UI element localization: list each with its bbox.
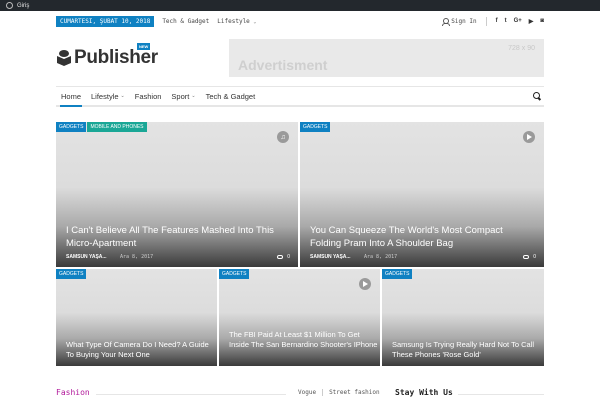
fashion-section-tabs: Vogue Street fashion bbox=[298, 389, 380, 396]
nav-label: Home bbox=[61, 91, 82, 101]
sign-in-label: Sign In bbox=[451, 17, 477, 25]
post-meta: SAMSUN YAŞA... Ara 8, 2017 0 bbox=[66, 254, 290, 260]
chevron-down-icon: ⌄ bbox=[191, 93, 196, 99]
top-bar: CUMARTESI, ŞUBAT 10, 2018 Tech & Gadget … bbox=[56, 14, 544, 28]
logo-text: Publisher bbox=[74, 47, 158, 68]
nav-label: Sport bbox=[171, 91, 190, 101]
comment-count: 0 bbox=[287, 254, 290, 260]
post-title[interactable]: You Can Squeeze The World's Most Compact… bbox=[310, 225, 530, 250]
nav-item-tech-gadget[interactable]: Tech & Gadget bbox=[201, 87, 261, 105]
facebook-icon[interactable]: f bbox=[496, 18, 498, 25]
post-badges: GADGETS bbox=[219, 269, 250, 279]
category-badge[interactable]: GADGETS bbox=[219, 269, 250, 279]
ad-banner[interactable]: Advertisment 728 x 90 bbox=[229, 39, 544, 77]
top-right: Sign In f t G+ ▶ ◙ bbox=[442, 16, 544, 26]
google-plus-icon[interactable]: G+ bbox=[514, 18, 522, 25]
nav-label: Lifestyle bbox=[91, 91, 119, 101]
chevron-down-icon: ⌄ bbox=[120, 93, 125, 99]
divider bbox=[322, 389, 324, 396]
nav-item-fashion[interactable]: Fashion bbox=[130, 87, 167, 105]
logo-icon bbox=[57, 50, 71, 66]
comment-icon bbox=[277, 255, 284, 259]
audio-format-icon: ♫ bbox=[277, 131, 289, 143]
comment-count: 0 bbox=[533, 254, 536, 260]
post-card[interactable]: GADGETS The FBI Paid At Least $1 Million… bbox=[219, 269, 380, 366]
category-badge[interactable]: GADGETS bbox=[56, 269, 87, 279]
post-author[interactable]: SAMSUN YAŞA... bbox=[66, 254, 120, 260]
main-nav: Home Lifestyle ⌄ Fashion Sport ⌄ Tech & Ga… bbox=[56, 86, 544, 107]
post-card[interactable]: GADGETS What Type Of Camera Do I Need? A… bbox=[56, 269, 217, 366]
post-comments[interactable]: 0 bbox=[277, 254, 290, 260]
post-date: Ara 8, 2017 bbox=[364, 254, 398, 260]
nav-item-sport[interactable]: Sport ⌄ bbox=[166, 87, 200, 105]
top-link-label: Tech & Gadget bbox=[162, 17, 210, 25]
comment-icon bbox=[523, 255, 530, 259]
site-logo[interactable]: Publisher NEW bbox=[57, 43, 158, 69]
login-link[interactable]: Giriş bbox=[17, 3, 29, 9]
post-title[interactable]: What Type Of Camera Do I Need? A Guide T… bbox=[66, 340, 211, 360]
admin-bar: Giriş bbox=[0, 0, 600, 11]
search-icon[interactable] bbox=[533, 92, 541, 100]
wordpress-icon[interactable] bbox=[6, 2, 13, 9]
nav-label: Fashion bbox=[134, 91, 162, 101]
tab-vogue[interactable]: Vogue bbox=[298, 389, 316, 396]
category-badge[interactable]: GADGETS bbox=[300, 122, 331, 132]
category-badge[interactable]: GADGETS bbox=[56, 122, 87, 132]
stay-with-us-title: Stay With Us bbox=[395, 388, 453, 397]
top-link-lifestyle[interactable]: Lifestyle ⌄ bbox=[217, 18, 256, 25]
post-comments[interactable]: 0 bbox=[523, 254, 536, 260]
top-link-tech-gadget[interactable]: Tech & Gadget bbox=[162, 18, 209, 25]
post-title[interactable]: I Can't Believe All The Features Mashed … bbox=[66, 225, 286, 250]
date-badge: CUMARTESI, ŞUBAT 10, 2018 bbox=[56, 15, 155, 27]
video-format-icon bbox=[523, 131, 535, 143]
chevron-down-icon: ⌄ bbox=[253, 18, 257, 25]
category-badge[interactable]: MOBILE AND PHONES bbox=[87, 122, 147, 132]
post-card[interactable]: GADGETS You Can Squeeze The World's Most… bbox=[300, 122, 544, 267]
post-badges: GADGETS bbox=[382, 269, 413, 279]
post-badges: GADGETS bbox=[56, 269, 87, 279]
fashion-section-title[interactable]: Fashion bbox=[56, 388, 90, 397]
post-date: Ara 8, 2017 bbox=[120, 254, 154, 260]
post-badges: GADGETS bbox=[300, 122, 331, 132]
top-link-label: Lifestyle bbox=[217, 17, 250, 25]
sign-in-link[interactable]: Sign In bbox=[442, 17, 477, 26]
ad-size: 728 x 90 bbox=[508, 45, 535, 52]
post-card[interactable]: GADGETS MOBILE AND PHONES ♫ I Can't Beli… bbox=[56, 122, 298, 267]
nav-item-lifestyle[interactable]: Lifestyle ⌄ bbox=[86, 87, 130, 105]
user-icon bbox=[442, 17, 451, 26]
post-author[interactable]: SAMSUN YAŞA... bbox=[310, 254, 364, 260]
twitter-icon[interactable]: t bbox=[505, 18, 507, 25]
instagram-icon[interactable]: ◙ bbox=[540, 18, 544, 25]
tab-street-fashion[interactable]: Street fashion bbox=[329, 389, 380, 396]
logo-new-badge: NEW bbox=[137, 43, 151, 50]
category-badge[interactable]: GADGETS bbox=[382, 269, 413, 279]
ad-text: Advertisment bbox=[238, 57, 328, 73]
video-format-icon bbox=[359, 278, 371, 290]
post-title[interactable]: Samsung Is Trying Really Hard Not To Cal… bbox=[392, 340, 537, 360]
post-badges: GADGETS MOBILE AND PHONES bbox=[56, 122, 147, 132]
post-card[interactable]: GADGETS Samsung Is Trying Really Hard No… bbox=[382, 269, 544, 366]
divider bbox=[485, 16, 487, 26]
youtube-icon[interactable]: ▶ bbox=[529, 18, 534, 25]
social-links: f t G+ ▶ ◙ bbox=[496, 18, 544, 25]
divider bbox=[458, 394, 544, 395]
post-meta: SAMSUN YAŞA... Ara 8, 2017 0 bbox=[310, 254, 536, 260]
divider bbox=[96, 394, 286, 395]
post-title[interactable]: The FBI Paid At Least $1 Million To Get … bbox=[229, 330, 379, 350]
nav-label: Tech & Gadget bbox=[205, 91, 256, 101]
nav-item-home[interactable]: Home bbox=[56, 87, 86, 107]
